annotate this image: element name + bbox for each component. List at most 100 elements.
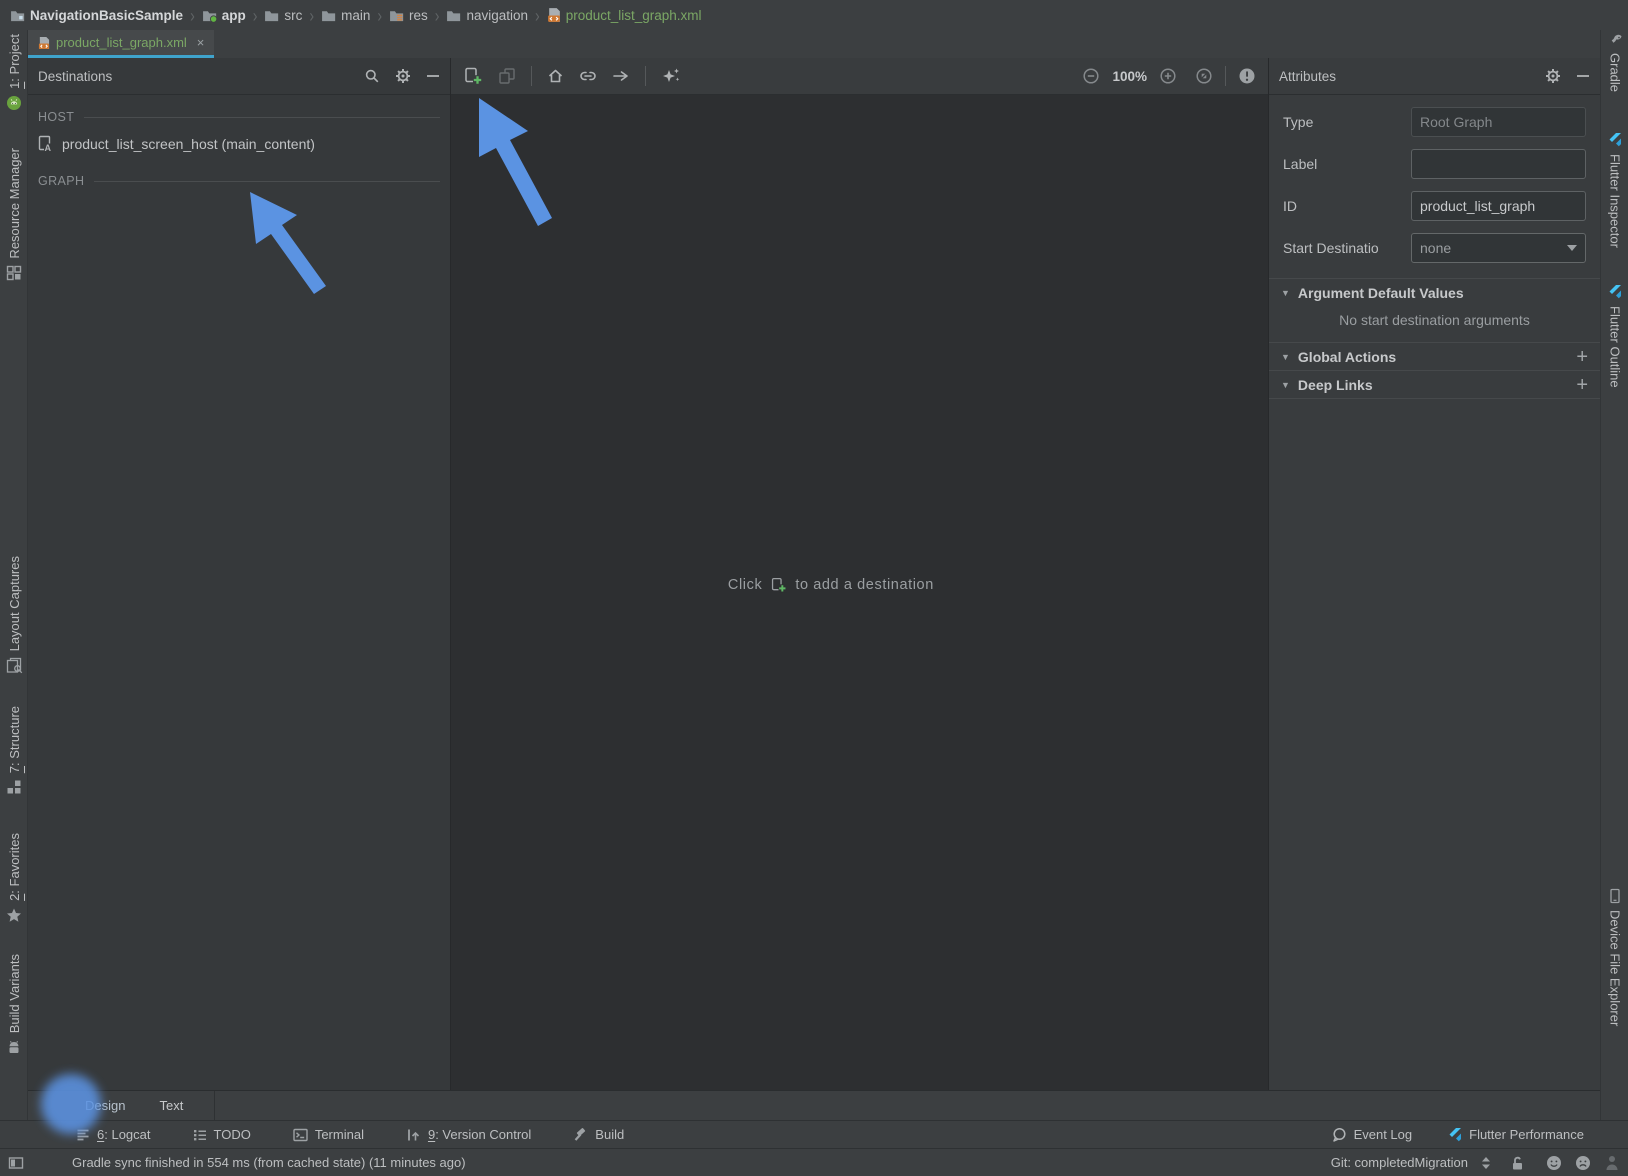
- breadcrumb-res[interactable]: res: [389, 8, 428, 23]
- deep-link-icon[interactable]: [579, 70, 597, 82]
- host-fragment-icon: A: [38, 135, 53, 152]
- close-tab-icon[interactable]: ×: [197, 35, 205, 50]
- toolwindow-todo[interactable]: TODO: [193, 1127, 251, 1142]
- panel-title: Destinations: [38, 69, 112, 84]
- auto-arrange-icon[interactable]: [661, 67, 681, 85]
- project-folder-icon: [10, 9, 25, 22]
- id-field-row: ID product_list_graph: [1283, 191, 1586, 221]
- toolwindow-toggle-icon[interactable]: [8, 1155, 24, 1171]
- breadcrumb-navigation[interactable]: navigation: [446, 8, 528, 23]
- navigation-canvas[interactable]: Click to add a destination: [451, 95, 1268, 1090]
- attributes-panel: Attributes Type Root Graph Label ID prod…: [1268, 58, 1600, 1090]
- label-field[interactable]: [1411, 149, 1586, 179]
- type-field-row: Type Root Graph: [1283, 107, 1586, 137]
- destinations-header: Destinations: [28, 58, 450, 95]
- xml-file-icon: [38, 36, 50, 50]
- home-icon[interactable]: [547, 68, 564, 84]
- editor-tab-bar: product_list_graph.xml ×: [28, 30, 1600, 58]
- unlocked-padlock-icon[interactable]: [1510, 1155, 1525, 1171]
- zoom-in-icon[interactable]: [1159, 67, 1177, 85]
- nested-graph-icon[interactable]: [498, 67, 516, 85]
- toolwindow-event-log[interactable]: Event Log: [1331, 1127, 1413, 1143]
- flutter-icon: [1608, 284, 1622, 300]
- deep-links-section[interactable]: ▼ Deep Links +: [1269, 371, 1600, 398]
- action-arrow-icon[interactable]: [612, 70, 630, 82]
- sidebar-item-flutter-outline[interactable]: Flutter Outline: [1601, 284, 1628, 388]
- sidebar-item-label: Flutter Inspector: [1608, 154, 1623, 248]
- build-hammer-icon: [573, 1127, 588, 1142]
- sidebar-item-device-file-explorer[interactable]: Device File Explorer: [1601, 888, 1628, 1026]
- collapse-triangle-icon[interactable]: ▼: [1281, 288, 1290, 298]
- tab-design[interactable]: Design: [68, 1091, 142, 1120]
- sidebar-item-flutter-inspector[interactable]: Flutter Inspector: [1601, 132, 1628, 248]
- global-actions-section[interactable]: ▼ Global Actions +: [1269, 343, 1600, 370]
- sad-face-icon[interactable]: [1575, 1155, 1591, 1171]
- breadcrumb-app[interactable]: app: [202, 8, 246, 23]
- gear-icon[interactable]: [395, 68, 411, 84]
- collapse-triangle-icon[interactable]: ▼: [1281, 380, 1290, 390]
- toolbar-separator: [645, 66, 646, 86]
- toolwindow-flutter-performance[interactable]: Flutter Performance: [1448, 1127, 1584, 1143]
- sidebar-item-label: Resource Manager: [7, 148, 22, 259]
- sidebar-item-structure[interactable]: 7: Structure: [0, 706, 28, 795]
- sidebar-item-label: Layout Captures: [7, 556, 22, 651]
- host-destination-item[interactable]: A product_list_screen_host (main_content…: [28, 128, 450, 159]
- xml-file-icon: [547, 7, 561, 23]
- hide-panel-icon[interactable]: [426, 74, 440, 78]
- issues-icon[interactable]: [1238, 67, 1256, 85]
- structure-icon: [6, 779, 22, 795]
- terminal-icon: [293, 1128, 308, 1142]
- argument-defaults-section[interactable]: ▼ Argument Default Values: [1269, 279, 1600, 306]
- toolwindow-version-control[interactable]: 9: Version Control: [406, 1127, 531, 1142]
- toolwindow-logcat[interactable]: 6: Logcat: [76, 1127, 151, 1142]
- breadcrumb: NavigationBasicSample › app › src › main…: [0, 0, 1628, 30]
- sidebar-item-gradle[interactable]: Gradle: [1601, 32, 1628, 92]
- search-icon[interactable]: [364, 68, 380, 84]
- sidebar-item-layout-captures[interactable]: Layout Captures: [0, 556, 28, 674]
- chevron-down-icon: [1567, 245, 1577, 251]
- toolbar-separator: [531, 66, 532, 86]
- toolwindow-terminal[interactable]: Terminal: [293, 1127, 364, 1142]
- tab-text[interactable]: Text: [142, 1091, 200, 1120]
- breadcrumb-src[interactable]: src: [264, 8, 302, 23]
- breadcrumb-project[interactable]: NavigationBasicSample: [10, 8, 183, 23]
- id-field[interactable]: product_list_graph: [1411, 191, 1586, 221]
- add-destination-icon: [770, 577, 787, 593]
- breadcrumb-separator: ›: [306, 4, 317, 26]
- hide-panel-icon[interactable]: [1576, 74, 1590, 78]
- tab-label: product_list_graph.xml: [56, 35, 187, 50]
- sidebar-item-favorites[interactable]: 2: Favorites: [0, 833, 28, 923]
- build-variants-icon: [6, 1039, 22, 1055]
- left-tool-stripe: 1: Project Resource Manager Layout Captu…: [0, 30, 28, 1120]
- zoom-out-icon[interactable]: [1082, 67, 1100, 85]
- version-control-icon: [406, 1128, 421, 1142]
- happy-face-icon[interactable]: [1546, 1155, 1562, 1171]
- add-deep-link-button[interactable]: +: [1576, 375, 1588, 395]
- graph-section-header: GRAPH: [28, 174, 450, 188]
- start-destination-dropdown[interactable]: none: [1411, 233, 1586, 263]
- sidebar-item-build-variants[interactable]: Build Variants: [0, 954, 28, 1055]
- add-global-action-button[interactable]: +: [1576, 347, 1588, 367]
- host-destination-label: product_list_screen_host (main_content): [62, 136, 315, 152]
- design-surface: 100% Click to add a destination: [451, 58, 1268, 1090]
- sidebar-item-project[interactable]: 1: Project: [0, 34, 28, 111]
- tab-product-list-graph[interactable]: product_list_graph.xml ×: [28, 30, 214, 58]
- panel-title: Attributes: [1279, 69, 1336, 84]
- sidebar-item-resource-manager[interactable]: Resource Manager: [0, 148, 28, 281]
- git-branch-widget[interactable]: Git: completedMigration: [1331, 1155, 1468, 1170]
- breadcrumb-file[interactable]: product_list_graph.xml: [547, 7, 702, 23]
- collapse-triangle-icon[interactable]: ▼: [1281, 352, 1290, 362]
- add-destination-icon[interactable]: [463, 67, 483, 85]
- tab-divider: [214, 1091, 215, 1120]
- breadcrumb-separator: ›: [374, 4, 385, 26]
- toolwindow-build[interactable]: Build: [573, 1127, 624, 1142]
- label-field-row: Label: [1283, 149, 1586, 179]
- start-destination-field-row: Start Destinatio none: [1283, 233, 1586, 263]
- gradle-icon: [1607, 32, 1624, 47]
- resource-manager-icon: [6, 265, 22, 281]
- zoom-to-fit-icon[interactable]: [1195, 67, 1213, 85]
- breadcrumb-main[interactable]: main: [321, 8, 370, 23]
- gear-icon[interactable]: [1545, 68, 1561, 84]
- toolbar-separator: [1225, 66, 1226, 86]
- breadcrumb-separator: ›: [250, 4, 261, 26]
